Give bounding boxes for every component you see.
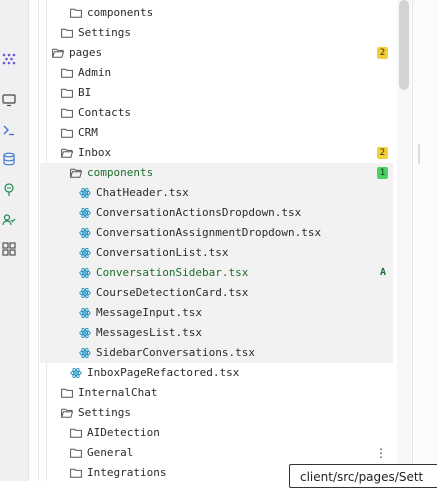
user-check-icon[interactable] bbox=[2, 213, 16, 227]
indent-guide bbox=[38, 0, 39, 481]
file-item[interactable]: ConversationActionsDropdown.tsx bbox=[40, 203, 393, 223]
tree-item-label: components bbox=[87, 166, 154, 179]
tree-item-label: Contacts bbox=[78, 106, 131, 119]
tree-item-label: InboxPageRefactored.tsx bbox=[87, 366, 240, 379]
terminal-icon[interactable] bbox=[2, 123, 16, 137]
tree-item-label: ChatHeader.tsx bbox=[96, 186, 189, 199]
file-item[interactable]: InboxPageRefactored.tsx bbox=[40, 363, 393, 383]
file-explorer-tree: components Settings pages 2 Admin BI Contacts C… bbox=[40, 0, 393, 481]
scrollbar[interactable] bbox=[397, 0, 411, 481]
git-status-letter: A bbox=[379, 267, 386, 278]
tree-item-label: MessageInput.tsx bbox=[96, 306, 202, 319]
react-file-icon bbox=[79, 247, 91, 259]
file-item[interactable]: ConversationAssignmentDropdown.tsx bbox=[40, 223, 393, 243]
change-count-badge: 1 bbox=[377, 167, 388, 179]
react-file-icon bbox=[79, 287, 91, 299]
file-item[interactable]: MessagesList.tsx bbox=[40, 323, 393, 343]
tree-item-label: General bbox=[87, 446, 134, 459]
folder-item[interactable]: pages 2 bbox=[40, 43, 393, 63]
react-file-icon bbox=[79, 267, 91, 279]
change-count-badge: 2 bbox=[377, 147, 388, 159]
tree-item-label: components bbox=[87, 6, 154, 19]
tree-item-label: ConversationActionsDropdown.tsx bbox=[96, 206, 302, 219]
folder-open-icon bbox=[70, 167, 82, 179]
tree-item-label: Settings bbox=[78, 406, 131, 419]
folder-item[interactable]: Admin bbox=[40, 63, 393, 83]
file-item[interactable]: SidebarConversations.tsx bbox=[40, 343, 393, 363]
change-count-badge: 2 bbox=[377, 47, 388, 59]
tree-item-label: pages bbox=[69, 46, 103, 59]
more-actions-icon[interactable]: ⋮ bbox=[375, 443, 387, 463]
file-item[interactable]: CourseDetectionCard.tsx bbox=[40, 283, 393, 303]
scrollbar-thumb[interactable] bbox=[399, 0, 409, 90]
tree-icon[interactable] bbox=[2, 183, 16, 197]
folder-item[interactable]: Settings bbox=[40, 403, 393, 423]
tree-item-label: ConversationList.tsx bbox=[96, 246, 229, 259]
folder-item[interactable]: AIDetection bbox=[40, 423, 393, 443]
editor-edge-mark bbox=[418, 144, 420, 164]
grid-dots-icon[interactable] bbox=[2, 52, 16, 66]
tree-item-label: ConversationAssignmentDropdown.tsx bbox=[96, 226, 322, 239]
react-file-icon bbox=[79, 187, 91, 199]
apps-icon[interactable] bbox=[2, 242, 16, 256]
react-file-icon bbox=[79, 307, 91, 319]
folder-icon bbox=[61, 87, 73, 99]
react-file-icon bbox=[79, 207, 91, 219]
folder-open-icon bbox=[52, 47, 64, 59]
folder-open-icon bbox=[61, 147, 73, 159]
folder-item[interactable]: InternalChat bbox=[40, 383, 393, 403]
activity-bar bbox=[0, 0, 29, 481]
react-file-icon bbox=[79, 327, 91, 339]
folder-item[interactable]: Inbox 2 bbox=[40, 143, 393, 163]
tree-item-label: AIDetection bbox=[87, 426, 160, 439]
folder-icon bbox=[70, 427, 82, 439]
tree-item-label: InternalChat bbox=[78, 386, 158, 399]
tree-item-label: Inbox bbox=[78, 146, 112, 159]
folder-icon bbox=[70, 447, 82, 459]
tree-item-label: CRM bbox=[78, 126, 98, 139]
path-tooltip: client/src/pages/Sett bbox=[289, 464, 437, 488]
react-file-icon bbox=[70, 367, 82, 379]
folder-item[interactable]: BI bbox=[40, 83, 393, 103]
folder-open-icon bbox=[61, 407, 73, 419]
folder-item[interactable]: CRM bbox=[40, 123, 393, 143]
folder-item[interactable]: Settings bbox=[40, 23, 393, 43]
folder-item[interactable]: components 1 bbox=[40, 163, 393, 183]
react-file-icon bbox=[79, 347, 91, 359]
tree-item-label: MessagesList.tsx bbox=[96, 326, 202, 339]
tree-item-label: Integrations bbox=[87, 466, 167, 479]
tree-item-label: SidebarConversations.tsx bbox=[96, 346, 255, 359]
folder-icon bbox=[61, 387, 73, 399]
folder-item[interactable]: General ⋮ bbox=[40, 443, 393, 463]
file-item[interactable]: MessageInput.tsx bbox=[40, 303, 393, 323]
monitor-icon[interactable] bbox=[2, 93, 16, 107]
tree-item-label: Admin bbox=[78, 66, 112, 79]
folder-item[interactable]: components bbox=[40, 3, 393, 23]
tree-item-label: ConversationSidebar.tsx bbox=[96, 266, 249, 279]
database-icon[interactable] bbox=[2, 152, 16, 166]
folder-icon bbox=[61, 107, 73, 119]
react-file-icon bbox=[79, 227, 91, 239]
folder-item[interactable]: Contacts bbox=[40, 103, 393, 123]
file-item[interactable]: ConversationList.tsx bbox=[40, 243, 393, 263]
tree-item-label: CourseDetectionCard.tsx bbox=[96, 286, 249, 299]
folder-icon bbox=[61, 27, 73, 39]
editor-edge bbox=[412, 0, 437, 481]
folder-icon bbox=[70, 467, 82, 479]
folder-icon bbox=[61, 127, 73, 139]
tree-item-label: Settings bbox=[78, 26, 131, 39]
folder-icon bbox=[61, 67, 73, 79]
file-item[interactable]: ChatHeader.tsx bbox=[40, 183, 393, 203]
tree-item-label: BI bbox=[78, 86, 92, 99]
folder-icon bbox=[70, 7, 82, 19]
file-item[interactable]: ConversationSidebar.tsx A bbox=[40, 263, 393, 283]
